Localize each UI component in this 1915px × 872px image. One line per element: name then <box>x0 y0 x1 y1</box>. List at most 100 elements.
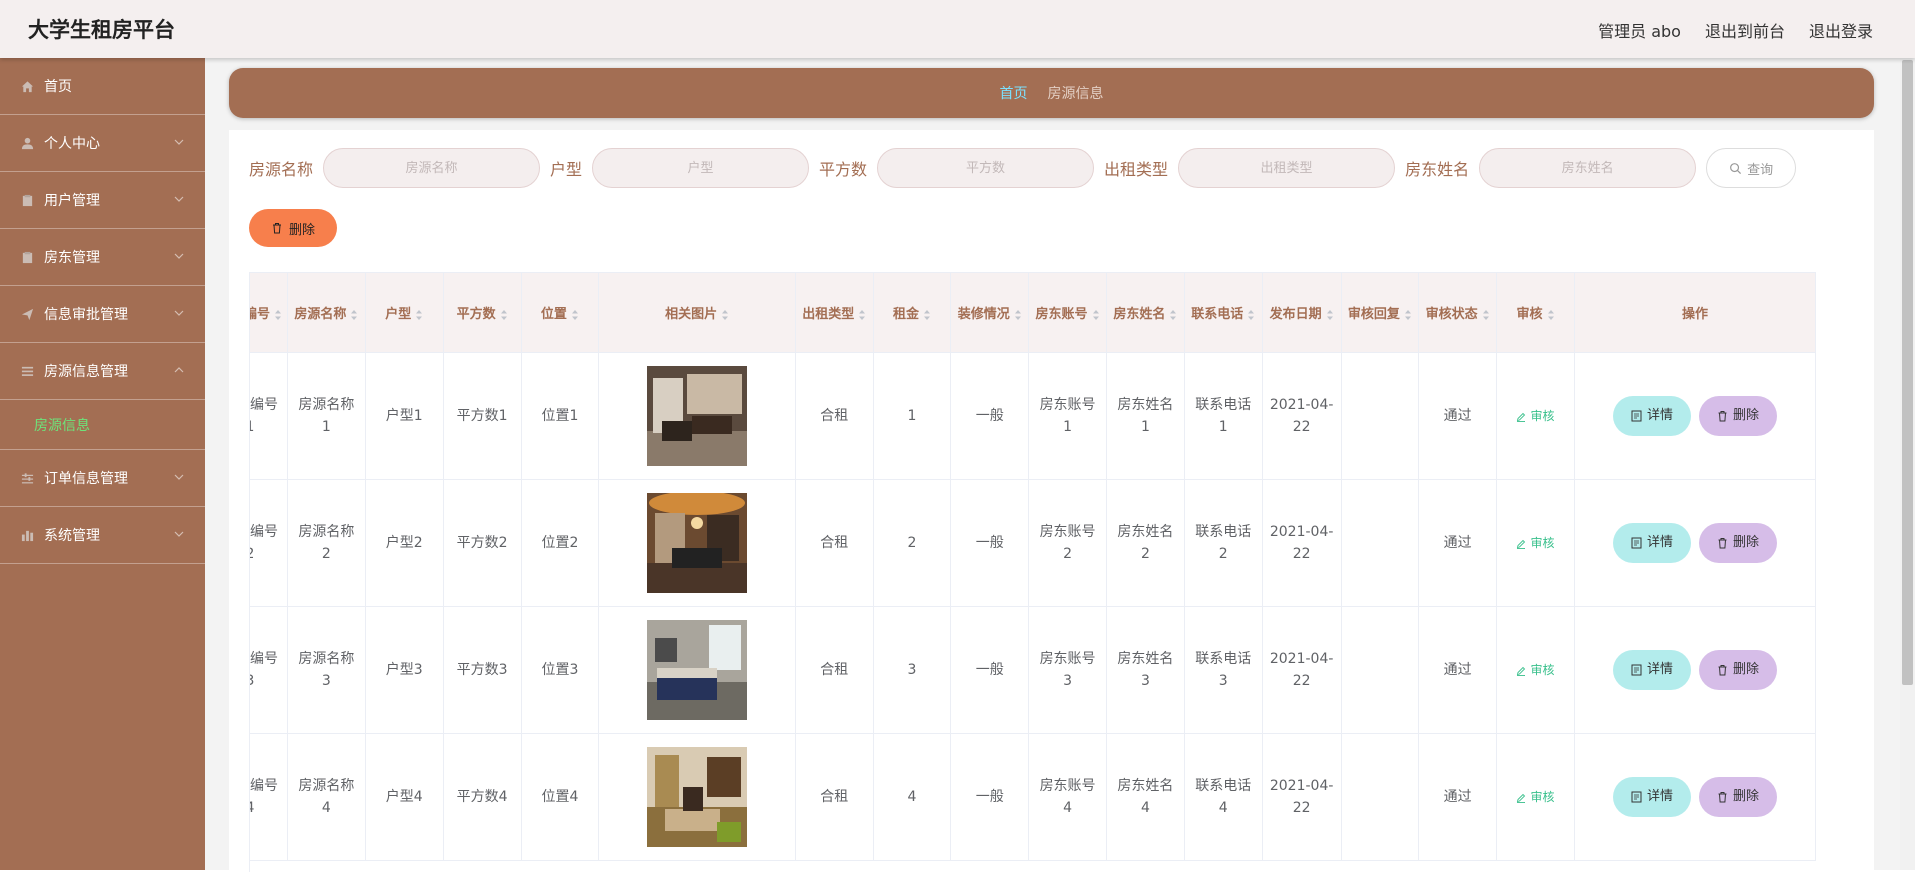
sidebar-item-listings[interactable]: 房源信息管理 <box>0 343 205 400</box>
audit-link[interactable]: 审核 <box>1516 790 1555 804</box>
cell-account: 房东账号3 <box>1028 606 1107 734</box>
header-col-area[interactable]: 平方数 <box>442 272 522 353</box>
audit-link[interactable]: 审核 <box>1516 536 1555 550</box>
admin-user-label[interactable]: 管理员 abo <box>1598 18 1681 42</box>
sort-icon[interactable] <box>1404 309 1412 321</box>
header-col-owner-name[interactable]: 房东姓名 <box>1105 272 1185 353</box>
detail-button[interactable]: 详情 <box>1612 777 1691 817</box>
header-label: 房东账号 <box>1035 307 1088 322</box>
search-label-rent-type: 出租类型 <box>1104 160 1169 179</box>
detail-button[interactable]: 详情 <box>1612 396 1691 436</box>
sidebar-item-approval[interactable]: 信息审批管理 <box>0 286 205 343</box>
sidebar-item-label: 订单信息管理 <box>44 471 128 487</box>
header-col-listing-id[interactable]: 房源编号 <box>250 272 288 353</box>
header-label: 发布日期 <box>1269 307 1322 322</box>
audit-link[interactable]: 审核 <box>1516 409 1555 423</box>
audit-label: 审核 <box>1530 536 1555 550</box>
cell-rent: 2 <box>872 479 952 607</box>
cell-date: 2021-04-22 <box>1261 606 1342 734</box>
chevron-down-icon <box>174 139 184 145</box>
header-col-location[interactable]: 位置 <box>520 272 600 353</box>
header-col-listing-name[interactable]: 房源名称 <box>286 272 366 353</box>
header-col-phone[interactable]: 联系电话 <box>1183 272 1263 353</box>
sidebar-subitem-listing-info[interactable]: 房源信息 <box>0 400 205 450</box>
sort-icon[interactable] <box>1547 309 1555 321</box>
chart-icon <box>20 528 34 542</box>
row-delete-button[interactable]: 删除 <box>1698 396 1777 436</box>
breadcrumb-home[interactable]: 首页 <box>1000 83 1028 103</box>
audit-cell: 审核 <box>1496 352 1575 480</box>
sort-icon[interactable] <box>858 309 866 321</box>
sort-icon[interactable] <box>500 309 508 321</box>
photo-cell <box>598 733 796 861</box>
header-label: 审核 <box>1516 307 1543 322</box>
row-delete-label: 删除 <box>1732 662 1759 677</box>
header-col-audit-reply[interactable]: 审核回复 <box>1340 272 1420 353</box>
row-delete-button[interactable]: 删除 <box>1698 650 1777 690</box>
header-col-publish-date[interactable]: 发布日期 <box>1261 272 1342 353</box>
cell-layout: 户型2 <box>364 479 444 607</box>
owner-name-input[interactable] <box>1479 148 1697 188</box>
cell-status: 通过 <box>1418 479 1498 607</box>
sidebar-item-home[interactable]: 首页 <box>0 58 205 115</box>
header-col-audit-status[interactable]: 审核状态 <box>1418 272 1498 353</box>
back-to-front-link[interactable]: 退出到前台 <box>1705 18 1785 42</box>
header-col-rent-type[interactable]: 出租类型 <box>794 272 874 353</box>
sort-icon[interactable] <box>923 309 931 321</box>
photo-cell <box>598 352 796 480</box>
sidebar-item-landlords[interactable]: 房东管理 <box>0 229 205 286</box>
rent-type-input[interactable] <box>1178 148 1396 188</box>
sort-icon[interactable] <box>350 309 358 321</box>
listing-table: 房源编号房源名称 户型平方数位置相关图片出租类型租金装修情况房东账号 房东姓名联系电… <box>249 272 1854 872</box>
header-col-photos[interactable]: 相关图片 <box>598 272 796 353</box>
listing-name-input[interactable] <box>323 148 541 188</box>
detail-label: 详情 <box>1646 662 1673 677</box>
sort-icon[interactable] <box>721 309 729 321</box>
sidebar-item-system[interactable]: 系统管理 <box>0 507 205 564</box>
edit-icon <box>1517 539 1526 549</box>
header-col-layout[interactable]: 户型 <box>364 272 444 353</box>
sort-icon[interactable] <box>1247 309 1255 321</box>
vertical-scrollbar[interactable] <box>1900 58 1915 870</box>
sort-icon[interactable] <box>1482 309 1490 321</box>
sort-icon[interactable] <box>1014 309 1022 321</box>
sidebar-item-users[interactable]: 用户管理 <box>0 172 205 229</box>
batch-delete-button[interactable]: 删除 <box>249 209 337 247</box>
table-row: 房源编号2房源名称2户型2平方数2位置2 合租2一般房东账号2房东姓名2联系电话2… <box>250 479 1817 607</box>
header-label: 房源名称 <box>294 307 347 322</box>
cell-status: 通过 <box>1418 733 1498 861</box>
header-col-rent[interactable]: 租金 <box>872 272 952 353</box>
sidebar-item-personal[interactable]: 个人中心 <box>0 115 205 172</box>
sort-icon[interactable] <box>415 309 423 321</box>
audit-link[interactable]: 审核 <box>1516 663 1555 677</box>
query-button[interactable]: 查询 <box>1706 148 1797 188</box>
header-col-owner-account[interactable]: 房东账号 <box>1028 272 1107 353</box>
sort-icon[interactable] <box>1326 309 1334 321</box>
sort-icon[interactable] <box>1092 309 1100 321</box>
photo-cell <box>598 479 796 607</box>
header-col-decoration[interactable]: 装修情况 <box>950 272 1030 353</box>
row-delete-button[interactable]: 删除 <box>1698 777 1777 817</box>
header-label: 审核回复 <box>1347 307 1400 322</box>
chevron-up-icon <box>174 367 184 373</box>
detail-button[interactable]: 详情 <box>1612 523 1691 563</box>
sidebar-item-orders[interactable]: 订单信息管理 <box>0 450 205 507</box>
actions-cell: 详情 删除 <box>1573 479 1817 607</box>
cell-rent-type: 合租 <box>794 733 874 861</box>
sort-icon[interactable] <box>274 309 282 321</box>
chevron-down-icon <box>174 253 184 259</box>
header-col-audit[interactable]: 审核 <box>1496 272 1575 353</box>
detail-button[interactable]: 详情 <box>1612 650 1691 690</box>
row-delete-button[interactable]: 删除 <box>1698 523 1777 563</box>
edit-icon <box>1517 793 1526 803</box>
layout-input[interactable] <box>592 148 810 188</box>
chevron-down-icon <box>174 310 184 316</box>
sort-icon[interactable] <box>571 309 579 321</box>
sort-icon[interactable] <box>1169 309 1177 321</box>
sliders-icon <box>20 471 34 485</box>
logout-link[interactable]: 退出登录 <box>1809 18 1873 42</box>
cell-date: 2021-04-22 <box>1261 733 1342 861</box>
cell-location: 位置2 <box>520 479 600 607</box>
scrollbar-thumb[interactable] <box>1902 60 1913 685</box>
area-input[interactable] <box>877 148 1095 188</box>
